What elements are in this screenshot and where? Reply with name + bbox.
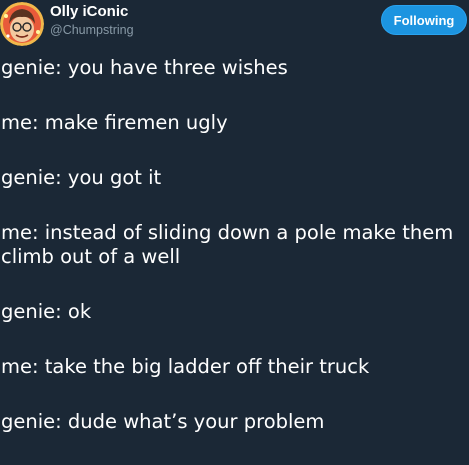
tweet-line: genie: you have three wishes bbox=[1, 56, 288, 79]
tweet-line: genie: ok bbox=[1, 300, 92, 323]
tweet-line: me: make firemen ugly bbox=[1, 111, 228, 134]
tweet-line: genie: dude what’s your problem bbox=[1, 410, 325, 433]
following-button[interactable]: Following bbox=[381, 5, 467, 35]
user-handle[interactable]: @Chumpstring bbox=[50, 23, 134, 37]
avatar-face-icon bbox=[0, 2, 44, 46]
display-name[interactable]: Olly iConic bbox=[50, 3, 128, 20]
tweet-text: genie: you have three wishes me: make fi… bbox=[1, 56, 466, 465]
tweet-line: genie: you got it bbox=[1, 166, 162, 189]
avatar[interactable] bbox=[0, 2, 44, 46]
tweet-line: me: instead of sliding down a pole make … bbox=[1, 221, 454, 268]
tweet-header: Olly iConic @Chumpstring Following bbox=[0, 0, 469, 50]
tweet-line: me: take the big ladder off their truck bbox=[1, 355, 370, 378]
